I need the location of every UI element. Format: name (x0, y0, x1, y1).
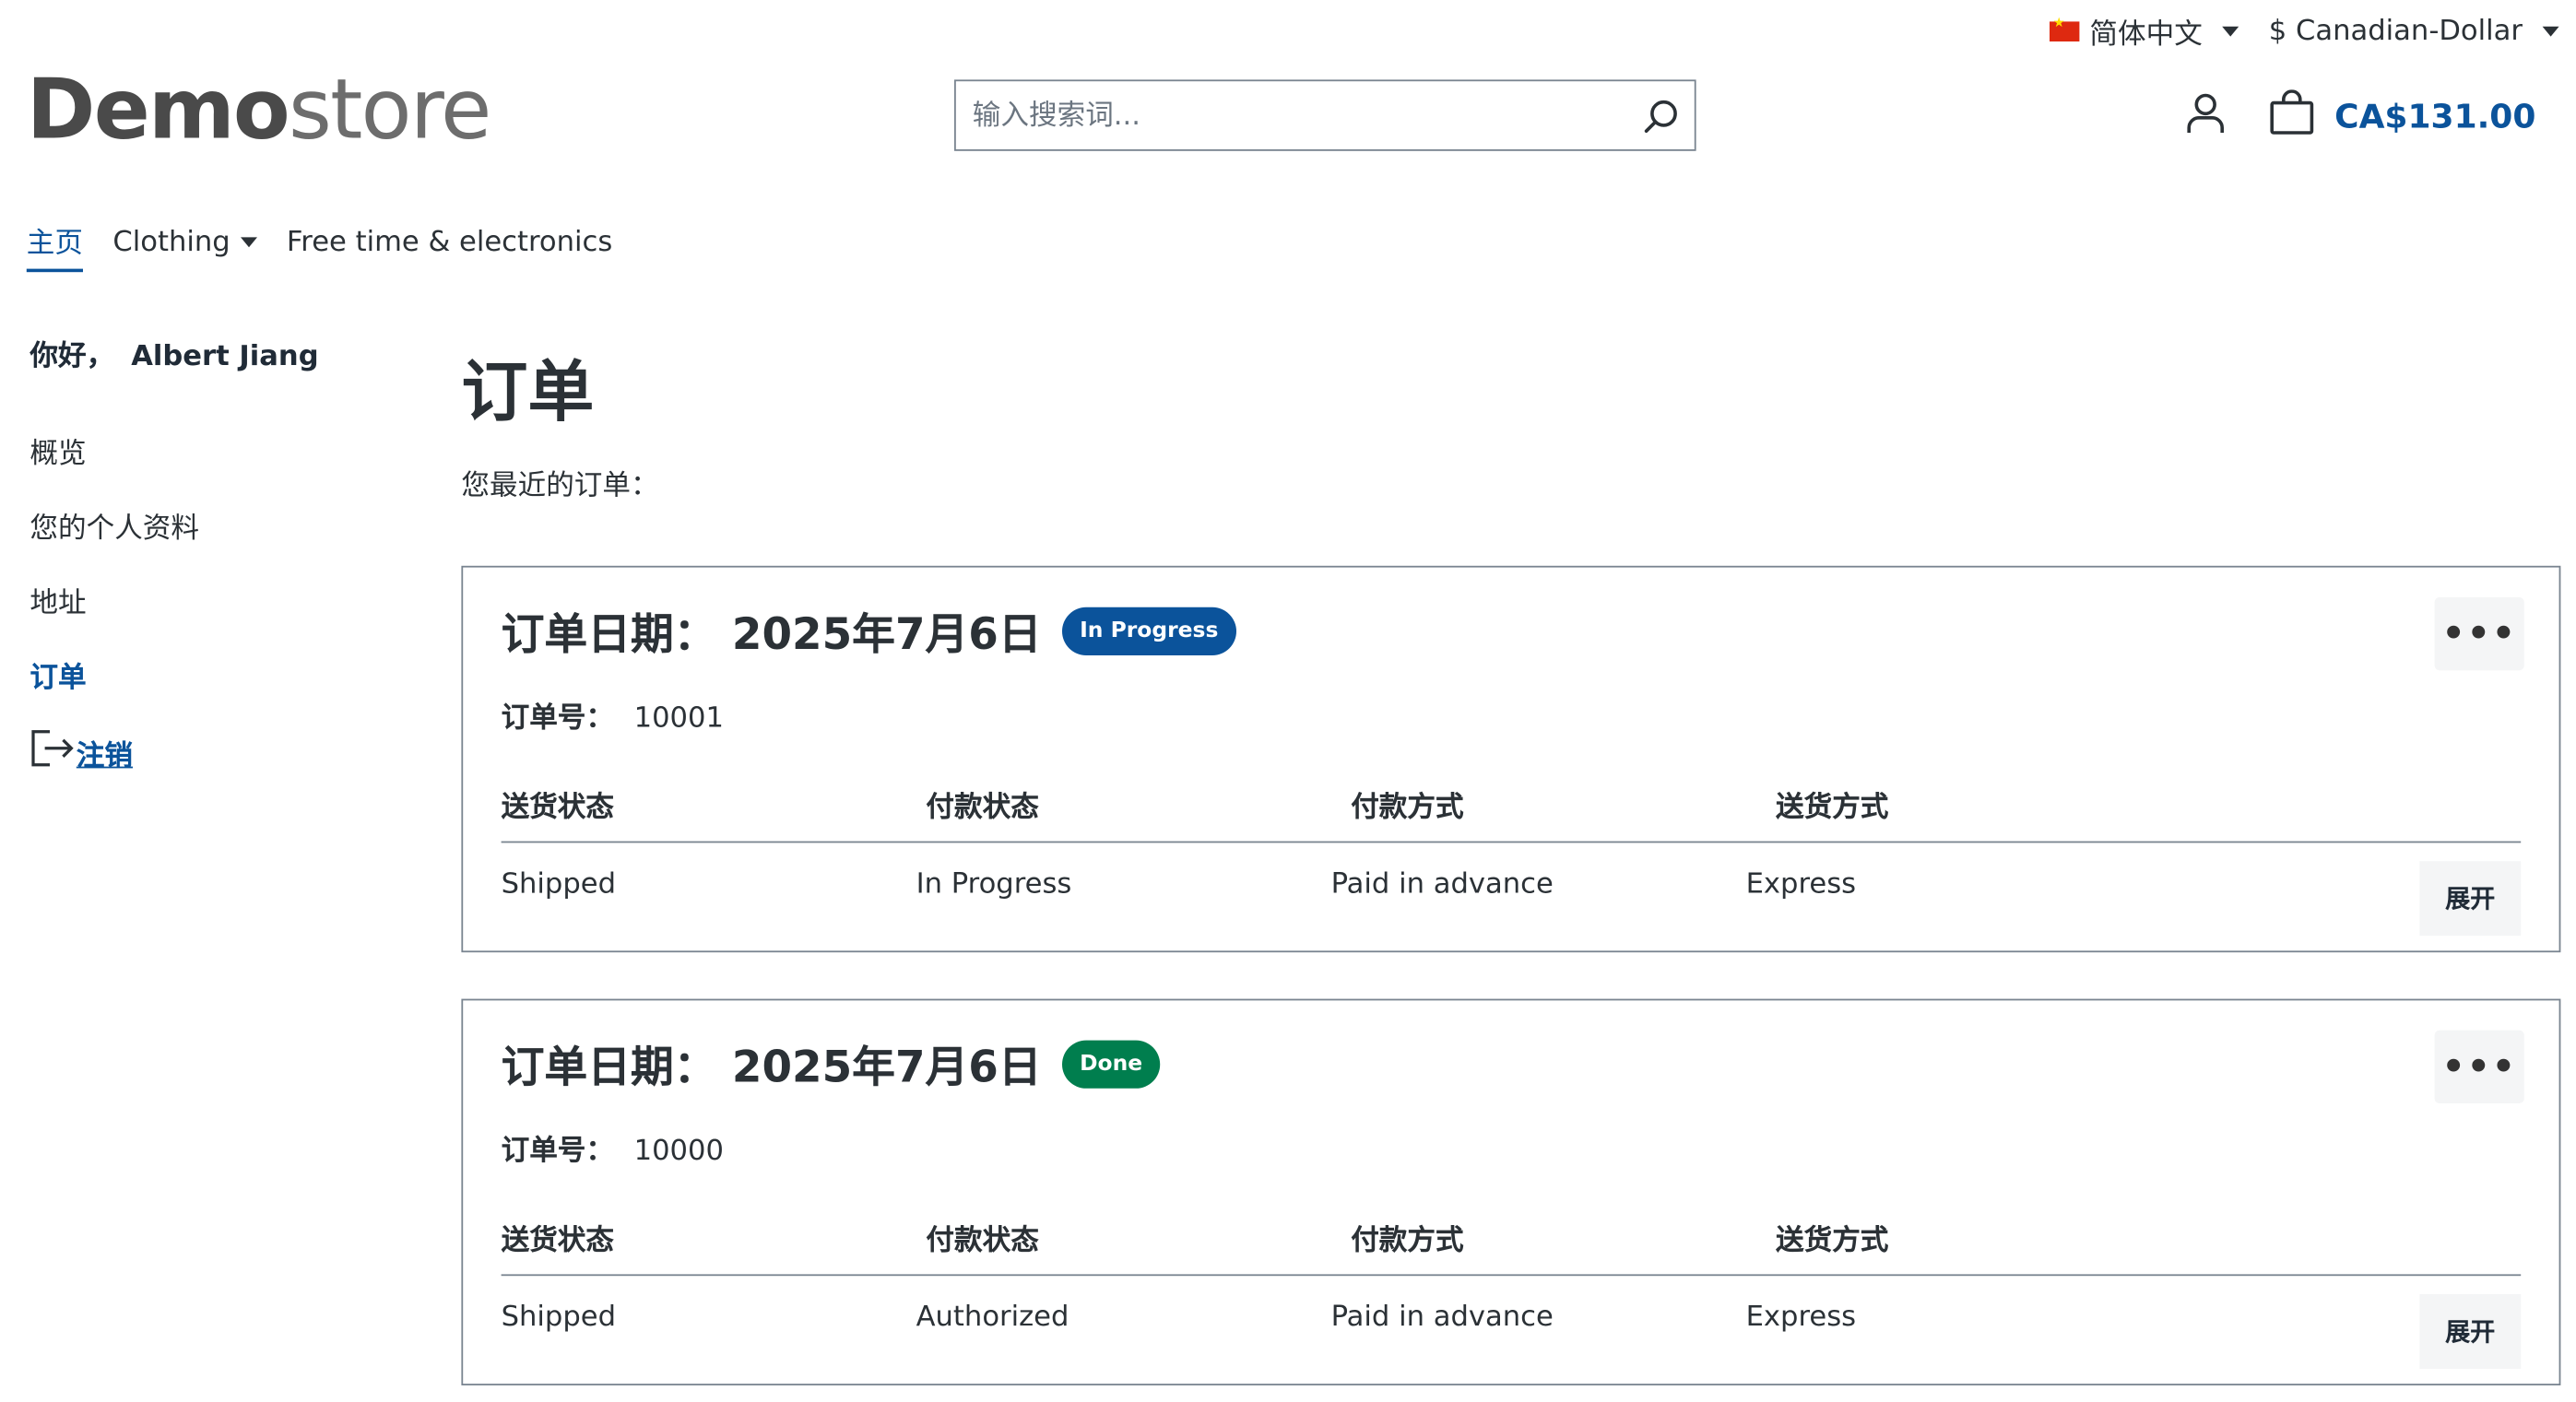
greeting-text: 你好， (30, 340, 115, 373)
order-number-label: 订单号： (501, 701, 614, 736)
orders-main: 订单 您最近的订单： 订单日期： 2025年7月6日 In Progress •… (461, 348, 2561, 1385)
order-card: 订单日期： 2025年7月6日 In Progress ••• 订单号： 1000… (461, 565, 2561, 953)
payment-method-value: Paid in advance (1330, 1301, 1554, 1335)
payment-method-value: Paid in advance (1330, 867, 1554, 901)
order-date: 订单日期： 2025年7月6日 (501, 610, 1042, 661)
sidebar-item-profile[interactable]: 您的个人资料 (30, 504, 335, 546)
page-subtitle: 您最近的订单： (461, 469, 659, 503)
language-label: 简体中文 (2089, 18, 2203, 52)
main-nav: 主页 Clothing Free time & electronics (26, 219, 613, 273)
order-number-value: 10000 (633, 1135, 724, 1169)
search-input[interactable] (955, 81, 1628, 149)
order-column-headers: 送货状态 付款状态 付款方式 送货方式 (502, 1216, 2522, 1257)
payment-status-value: Authorized (916, 1301, 1069, 1335)
order-number: 订单号： 10001 (502, 693, 724, 735)
divider (501, 841, 2522, 843)
nav-item-clothing[interactable]: Clothing (112, 224, 257, 266)
logo-light-text: store (288, 61, 491, 158)
column-header-payment-method: 付款方式 (1351, 791, 1464, 825)
currency-label: $ Canadian-Dollar (2268, 14, 2523, 48)
order-actions-menu-button[interactable]: ••• (2434, 1030, 2524, 1103)
order-values-row: Shipped In Progress Paid in advance Expr… (502, 867, 2161, 901)
column-header-payment-status: 付款状态 (926, 791, 1039, 825)
language-selector[interactable]: 简体中文 (2050, 10, 2239, 52)
page-title: 订单 (461, 355, 595, 431)
account-icon[interactable] (2185, 91, 2225, 141)
store-logo[interactable]: Demostore (26, 61, 492, 158)
shipping-method-value: Express (1745, 867, 1857, 901)
logout-label: 注销 (76, 739, 133, 773)
expand-order-button[interactable]: 展开 (2419, 1294, 2522, 1369)
logo-bold-text: Demo (26, 61, 290, 158)
nav-item-label: Clothing (112, 224, 230, 258)
cart-total: CA$131.00 (2334, 96, 2536, 136)
greeting: 你好， Albert Jiang (30, 332, 335, 373)
more-options-icon: ••• (2441, 1045, 2517, 1088)
nav-item-free-time-electronics[interactable]: Free time & electronics (287, 225, 612, 266)
more-options-icon: ••• (2441, 613, 2517, 655)
search-icon[interactable] (1628, 81, 1695, 149)
order-actions-menu-button[interactable]: ••• (2434, 597, 2524, 671)
sidebar-item-orders[interactable]: 订单 (30, 654, 335, 695)
top-bar: 简体中文 $ Canadian-Dollar (2050, 10, 2559, 52)
logout-link[interactable]: 注销 (30, 728, 335, 776)
divider (501, 1274, 2522, 1277)
search-box (954, 79, 1696, 151)
cart-button[interactable]: CA$131.00 (2268, 89, 2535, 143)
chevron-down-icon (2222, 25, 2239, 36)
order-number: 订单号： 10000 (502, 1126, 724, 1168)
column-header-shipping-status: 送货状态 (501, 1224, 614, 1258)
sidebar-item-addresses[interactable]: 地址 (30, 579, 335, 620)
logout-icon (30, 728, 76, 776)
sidebar-item-overview[interactable]: 概览 (30, 430, 335, 471)
column-header-payment-status: 付款状态 (926, 1224, 1039, 1258)
nav-item-home[interactable]: 主页 (26, 219, 83, 273)
account-sidebar: 你好， Albert Jiang 概览 您的个人资料 地址 订单 注销 (30, 332, 335, 776)
payment-status-value: In Progress (916, 867, 1072, 901)
shipping-status-value: Shipped (501, 1301, 617, 1335)
order-values-row: Shipped Authorized Paid in advance Expre… (502, 1301, 2161, 1334)
status-badge: In Progress (1061, 607, 1237, 655)
column-header-payment-method: 付款方式 (1351, 1224, 1464, 1258)
order-card: 订单日期： 2025年7月6日 Done ••• 订单号： 10000 送货状态 … (461, 998, 2561, 1385)
header-actions: CA$131.00 (2185, 89, 2535, 143)
currency-selector[interactable]: $ Canadian-Dollar (2269, 14, 2559, 47)
shipping-method-value: Express (1745, 1301, 1857, 1335)
shopping-bag-icon (2268, 89, 2314, 143)
status-badge: Done (1061, 1040, 1161, 1089)
order-number-value: 10001 (633, 701, 724, 736)
chevron-down-icon (2542, 25, 2559, 36)
shipping-status-value: Shipped (501, 867, 617, 901)
china-flag-icon (2050, 14, 2080, 41)
column-header-shipping-method: 送货方式 (1776, 791, 1889, 825)
order-number-label: 订单号： (501, 1135, 614, 1169)
column-header-shipping-method: 送货方式 (1776, 1224, 1889, 1258)
chevron-down-icon (240, 236, 257, 247)
column-header-shipping-status: 送货状态 (501, 791, 614, 825)
expand-order-button[interactable]: 展开 (2419, 861, 2522, 937)
order-date: 订单日期： 2025年7月6日 (501, 1043, 1042, 1094)
order-column-headers: 送货状态 付款状态 付款方式 送货方式 (502, 783, 2522, 825)
user-name: Albert Jiang (131, 340, 319, 373)
